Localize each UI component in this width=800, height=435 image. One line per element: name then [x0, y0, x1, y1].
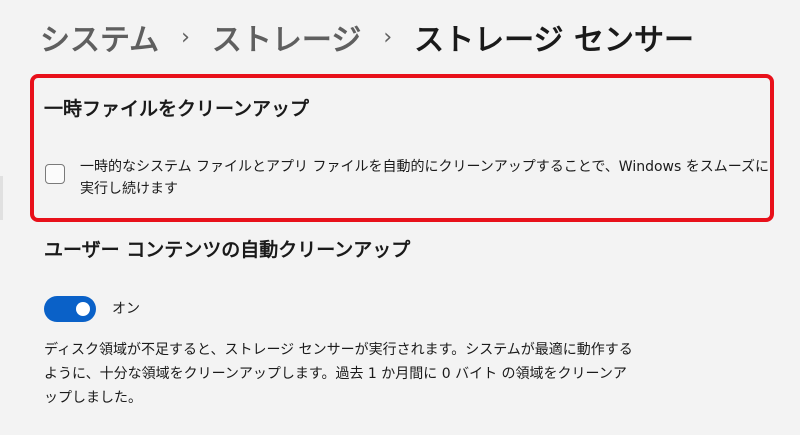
auto-cleanup-description: ディスク領域が不足すると、ストレージ センサーが実行されます。システムが最適に動…	[44, 342, 633, 406]
page-title: ストレージ センサー	[414, 23, 694, 58]
temp-cleanup-checkbox-label[interactable]: 一時的なシステム ファイルとアプリ ファイルを自動的にクリーンアップすることで、…	[80, 156, 770, 200]
user-content-section-title: ユーザー コンテンツの自動クリーンアップ	[44, 239, 411, 261]
chevron-right-icon: ›	[383, 24, 393, 50]
breadcrumb-item-system[interactable]: システム	[40, 15, 159, 59]
temp-files-section-title: 一時ファイルをクリーンアップ	[44, 98, 310, 120]
left-edge-divider	[0, 176, 3, 220]
breadcrumb-item-storage[interactable]: ストレージ	[212, 15, 361, 59]
auto-cleanup-toggle[interactable]	[44, 296, 96, 322]
chevron-right-icon: ›	[181, 24, 190, 50]
toggle-knob	[76, 302, 90, 316]
temp-cleanup-checkbox[interactable]	[45, 164, 65, 184]
toggle-state-label: オン	[112, 301, 140, 317]
breadcrumb: システム › ストレージ › ストレージ センサー	[40, 14, 694, 60]
